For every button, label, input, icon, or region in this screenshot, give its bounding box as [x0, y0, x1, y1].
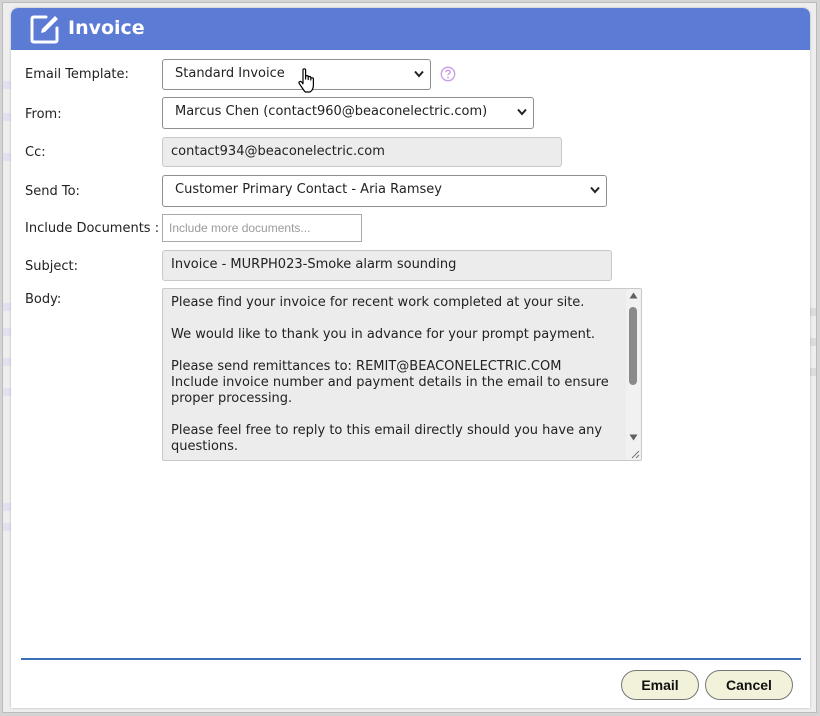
scroll-down-icon[interactable] — [629, 434, 638, 441]
invoice-dialog: Invoice Email Template: Standard Invoice… — [11, 8, 810, 708]
from-value: Marcus Chen (contact960@beaconelectric.c… — [175, 104, 488, 119]
from-select[interactable]: Marcus Chen (contact960@beaconelectric.c… — [162, 97, 534, 129]
body-text: Please find your invoice for recent work… — [171, 295, 621, 471]
edit-icon — [30, 15, 59, 44]
include-documents-field — [162, 214, 362, 242]
scrollbar-thumb[interactable] — [629, 307, 637, 385]
footer-divider — [21, 658, 801, 660]
dialog-title: Invoice — [68, 17, 145, 39]
resize-grip-icon[interactable] — [631, 450, 640, 459]
help-icon[interactable] — [440, 66, 456, 82]
dialog-titlebar: Invoice — [11, 8, 810, 50]
chevron-down-icon — [590, 186, 600, 194]
body-paragraph: Please find your invoice for recent work… — [171, 295, 585, 310]
subject-field[interactable]: Invoice - MURPH023-Smoke alarm sounding — [162, 250, 612, 281]
send-to-label: Send To: — [25, 184, 80, 199]
send-to-select[interactable]: Customer Primary Contact - Aria Ramsey — [162, 175, 607, 207]
include-documents-input[interactable] — [163, 215, 361, 241]
subject-label: Subject: — [25, 259, 78, 274]
body-paragraph: Please send remittances to: REMIT@BEACON… — [171, 359, 562, 374]
cancel-button[interactable]: Cancel — [705, 670, 793, 700]
body-paragraph: Include invoice number and payment detai… — [171, 375, 609, 406]
email-button[interactable]: Email — [621, 670, 699, 700]
hand-pointer-cursor-icon — [298, 68, 314, 93]
body-paragraph: We would like to thank you in advance fo… — [171, 327, 596, 342]
chevron-down-icon — [414, 70, 424, 78]
body-textarea[interactable]: Please find your invoice for recent work… — [162, 288, 642, 461]
from-label: From: — [25, 107, 62, 122]
include-documents-label: Include Documents : — [25, 221, 160, 236]
body-paragraph: Please feel free to reply to this email … — [171, 423, 603, 454]
email-template-value: Standard Invoice — [175, 66, 285, 81]
body-label: Body: — [25, 292, 62, 307]
scroll-up-icon[interactable] — [629, 292, 638, 299]
cc-field[interactable]: contact934@beaconelectric.com — [162, 137, 562, 167]
body-scrollbar[interactable] — [626, 289, 641, 460]
send-to-value: Customer Primary Contact - Aria Ramsey — [175, 182, 442, 197]
cc-label: Cc: — [25, 145, 46, 160]
chevron-down-icon — [517, 108, 527, 116]
email-template-label: Email Template: — [25, 67, 129, 82]
